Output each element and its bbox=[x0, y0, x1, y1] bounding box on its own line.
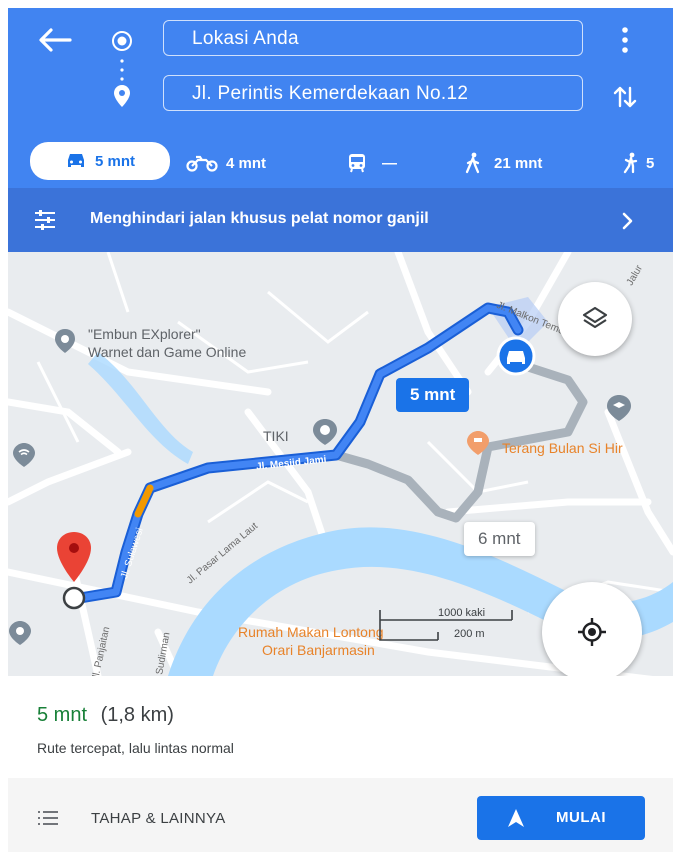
restaurant-pin-icon[interactable] bbox=[466, 430, 490, 456]
eta-time: 5 mnt bbox=[37, 704, 88, 726]
motorcycle-icon bbox=[186, 155, 218, 172]
place-label-rumah-makan-line1[interactable]: Rumah Makan Lontong bbox=[238, 624, 384, 640]
ride-icon bbox=[623, 152, 638, 174]
start-label: MULAI bbox=[556, 809, 606, 826]
place-pin-icon[interactable] bbox=[54, 328, 76, 354]
steps-button[interactable]: TAHAP & LAINNYA bbox=[91, 810, 226, 827]
mode-motorcycle-label: 4 mnt bbox=[226, 154, 267, 172]
mode-ride-label: 5 bbox=[646, 154, 655, 172]
mode-transit-label: — bbox=[382, 154, 397, 172]
map-view[interactable]: Jl. Malkon Temon Jl. Mesjid Jami Jl. Sul… bbox=[8, 252, 673, 676]
destination-field[interactable]: Jl. Perintis Kemerdekaan No.12 bbox=[163, 75, 583, 111]
origin-dot-icon bbox=[112, 31, 132, 51]
place-label-rumah-makan-line2[interactable]: Orari Banjarmasin bbox=[262, 642, 375, 658]
tune-icon bbox=[35, 210, 55, 230]
walk-icon bbox=[465, 152, 480, 174]
wifi-pin-icon[interactable] bbox=[12, 442, 36, 468]
mode-walk-tab[interactable]: 21 mnt bbox=[464, 147, 542, 179]
place-label-terang-bulan[interactable]: Terang Bulan Si Hir bbox=[502, 440, 623, 456]
route-dots-icon bbox=[120, 59, 124, 81]
chevron-right-icon bbox=[622, 212, 633, 230]
directions-header: Lokasi Anda Jl. Perintis Kemerdekaan No.… bbox=[8, 8, 673, 188]
origin-red-pin-icon bbox=[57, 532, 91, 610]
route-time-alternate[interactable]: 6 mnt bbox=[464, 522, 535, 556]
place-label-embun-line2[interactable]: Warnet dan Game Online bbox=[88, 344, 246, 360]
swap-icon[interactable] bbox=[612, 84, 638, 110]
mode-car-label: 5 mnt bbox=[94, 152, 135, 170]
car-marker-icon bbox=[496, 336, 536, 376]
my-location-button[interactable] bbox=[542, 582, 642, 676]
mode-car-tab[interactable]: 5 mnt bbox=[30, 142, 170, 180]
transit-icon bbox=[349, 154, 365, 173]
avoid-restriction-text: Menghindari jalan khusus pelat nomor gan… bbox=[90, 210, 429, 227]
tiki-pin-icon[interactable] bbox=[312, 418, 338, 446]
mode-walk-label: 21 mnt bbox=[494, 154, 543, 172]
avoid-restriction-bar[interactable]: Menghindari jalan khusus pelat nomor gan… bbox=[8, 188, 673, 252]
route-distance: (1,8 km) bbox=[100, 704, 174, 726]
more-options-icon[interactable] bbox=[620, 26, 630, 54]
mode-ride-tab[interactable]: 5 bbox=[620, 147, 654, 179]
layers-button[interactable] bbox=[558, 282, 632, 356]
scale-ft-label: 1000 kaki bbox=[438, 607, 486, 619]
destination-pin-icon bbox=[114, 85, 130, 107]
origin-field[interactable]: Lokasi Anda bbox=[163, 20, 583, 56]
scale-m-label: 200 m bbox=[454, 628, 485, 640]
start-navigation-button[interactable]: MULAI bbox=[477, 796, 645, 840]
route-description: Rute tercepat, lalu lintas normal bbox=[37, 740, 234, 756]
route-time-primary[interactable]: 5 mnt bbox=[396, 378, 470, 412]
car-icon bbox=[67, 154, 84, 167]
place-pin-left-icon[interactable] bbox=[8, 620, 32, 646]
back-arrow-icon[interactable] bbox=[36, 26, 72, 54]
mode-transit-tab[interactable]: — bbox=[346, 147, 397, 179]
place-label-embun-line1[interactable]: "Embun EXplorer" bbox=[88, 326, 201, 342]
my-location-icon bbox=[578, 618, 606, 646]
navigation-arrow-icon bbox=[508, 809, 524, 827]
layers-icon bbox=[582, 306, 608, 329]
route-summary: 5 mnt (1,8 km) bbox=[37, 704, 174, 727]
mode-motorcycle-tab[interactable]: 4 mnt bbox=[186, 147, 266, 179]
list-icon[interactable] bbox=[38, 811, 58, 825]
place-label-tiki[interactable]: TIKI bbox=[263, 428, 289, 444]
school-pin-icon[interactable] bbox=[606, 394, 632, 422]
